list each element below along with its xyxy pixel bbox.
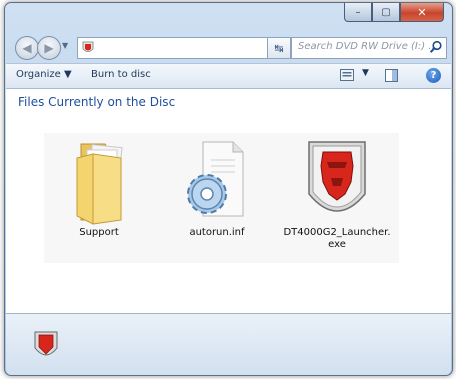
kingston-drive-icon bbox=[82, 41, 94, 52]
navigation-bar: ◀ ▶ ▼ ↹ Search DVD RW Drive (I:) ... bbox=[5, 35, 452, 60]
file-grid: Support autorun.inf DT4000G2_Launcher.ex… bbox=[44, 133, 399, 263]
files-section-heading: Files Currently on the Disc bbox=[18, 95, 176, 109]
file-name: autorun.inf bbox=[189, 227, 245, 238]
kingston-logo-icon bbox=[308, 141, 366, 212]
command-bar: Organize ▼ Burn to disc ▼ ? bbox=[6, 63, 451, 89]
folder-icon bbox=[76, 143, 123, 225]
file-list-pane: Files Currently on the Disc Support auto… bbox=[6, 89, 451, 313]
file-item-launcher[interactable]: DT4000G2_Launcher.exe bbox=[282, 133, 392, 263]
file-item-support[interactable]: Support bbox=[44, 133, 154, 263]
file-item-autorun[interactable]: autorun.inf bbox=[162, 133, 272, 263]
window-controls: – ▢ ✕ bbox=[344, 3, 444, 22]
forward-button[interactable]: ▶ bbox=[37, 36, 61, 60]
help-icon[interactable]: ? bbox=[426, 68, 441, 83]
minimize-button[interactable]: – bbox=[344, 3, 372, 22]
refresh-button[interactable]: ↹ bbox=[267, 37, 291, 59]
search-box[interactable]: Search DVD RW Drive (I:) ... bbox=[291, 37, 447, 59]
address-bar[interactable] bbox=[77, 37, 279, 59]
preview-pane-icon[interactable] bbox=[385, 69, 398, 82]
maximize-button[interactable]: ▢ bbox=[372, 3, 400, 22]
recent-pages-dropdown[interactable]: ▼ bbox=[62, 41, 68, 50]
explorer-window: – ▢ ✕ ◀ ▶ ▼ ↹ Search DVD RW Drive (I:) .… bbox=[4, 2, 453, 376]
file-name: Support bbox=[79, 227, 119, 238]
back-button[interactable]: ◀ bbox=[15, 36, 39, 60]
organize-button[interactable]: Organize ▼ bbox=[16, 69, 72, 80]
change-view-icon[interactable] bbox=[340, 69, 354, 81]
views-dropdown-arrow[interactable]: ▼ bbox=[362, 68, 369, 78]
kingston-drive-icon bbox=[34, 331, 58, 356]
file-name: DT4000G2_Launcher.exe bbox=[283, 227, 391, 250]
search-placeholder: Search DVD RW Drive (I:) ... bbox=[298, 41, 438, 52]
search-icon[interactable] bbox=[429, 40, 443, 54]
settings-file-icon bbox=[187, 141, 244, 217]
details-pane bbox=[6, 313, 451, 375]
burn-to-disc-button[interactable]: Burn to disc bbox=[91, 69, 151, 80]
close-button[interactable]: ✕ bbox=[400, 3, 444, 22]
